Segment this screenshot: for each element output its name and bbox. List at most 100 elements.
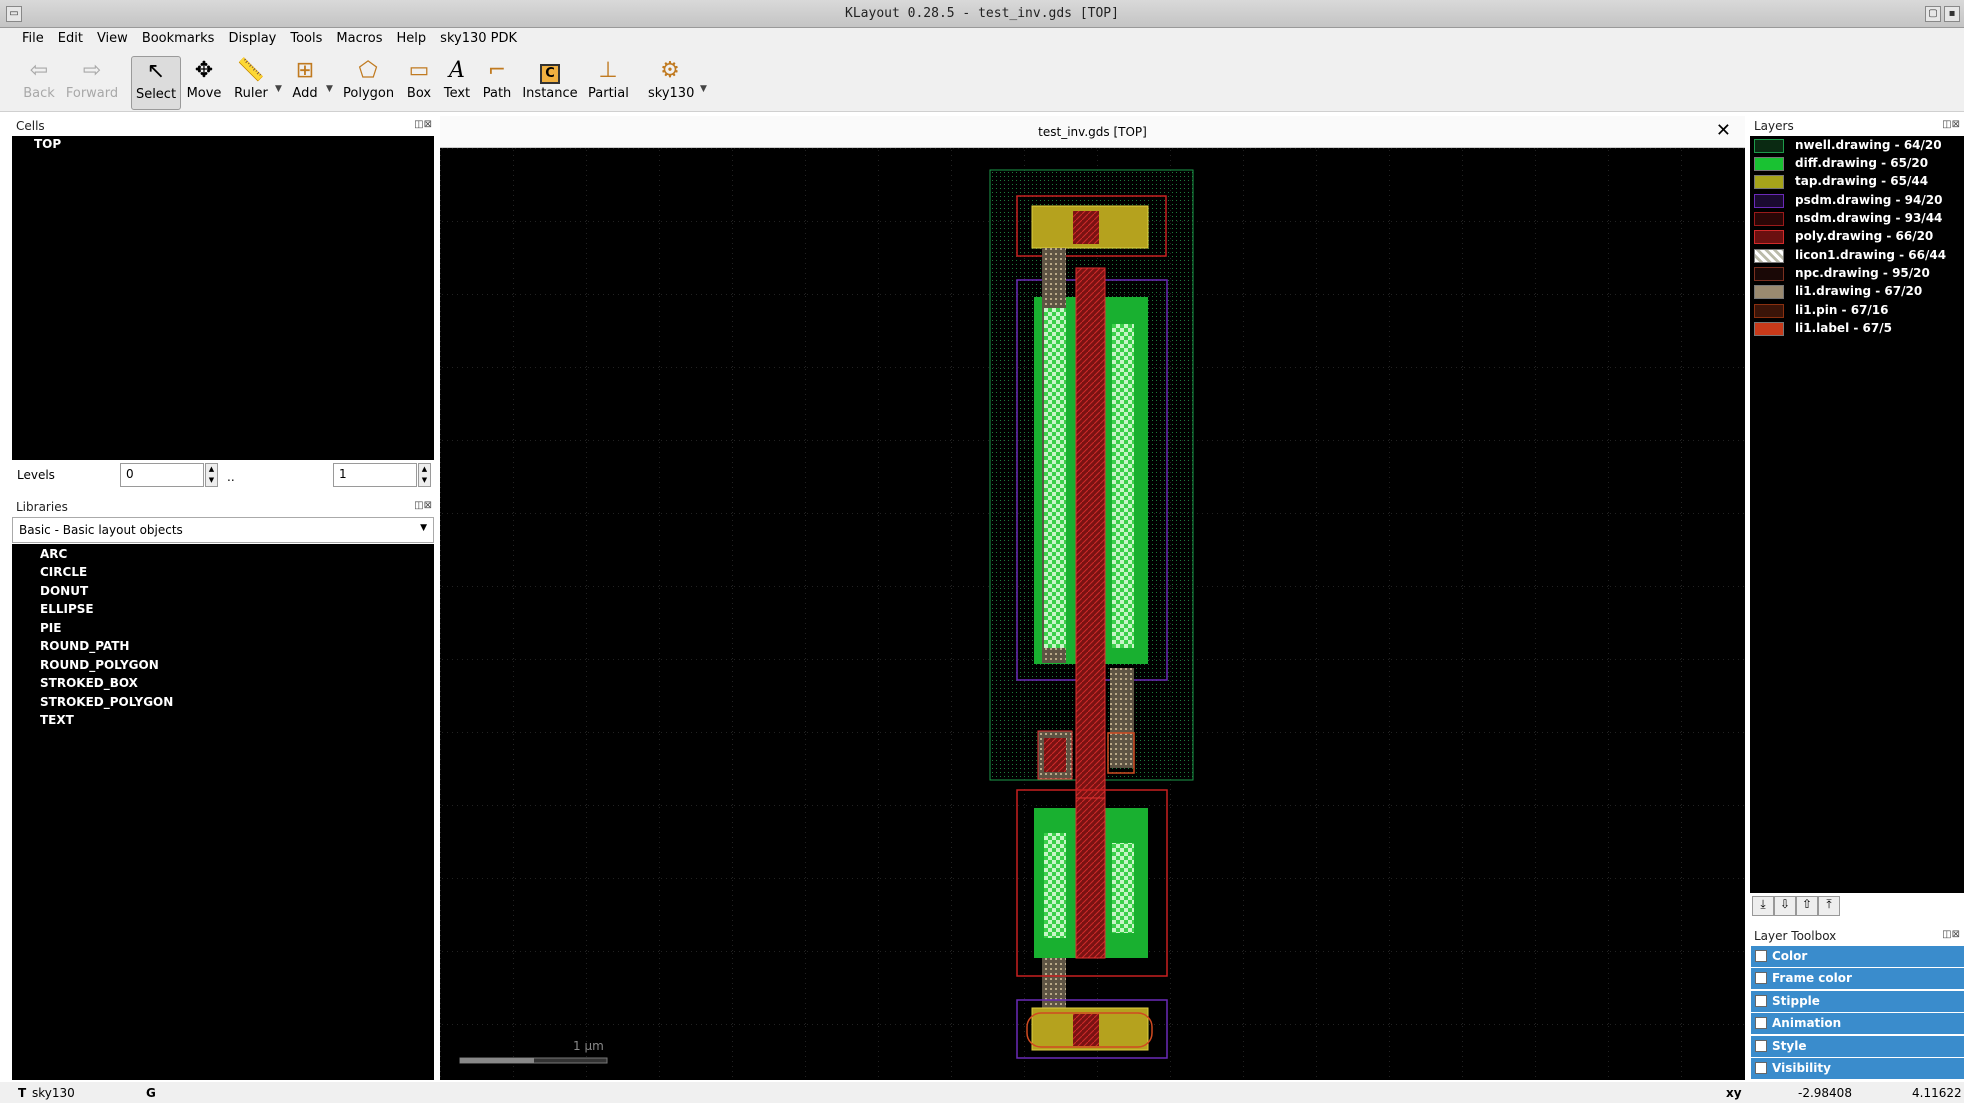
expand-checkbox[interactable] [1755, 1062, 1767, 1074]
status-bar: T sky130 G xy -2.98408 4.11622 [0, 1082, 1964, 1103]
levels-label: Levels [17, 468, 55, 482]
forward-button[interactable]: ⇨ Forward [64, 56, 120, 110]
text-button[interactable]: A Text [442, 56, 472, 110]
menu-view[interactable]: View [90, 28, 135, 46]
add-button[interactable]: ⊞ Add [288, 56, 322, 110]
box-icon: ▭ [408, 58, 430, 83]
list-item[interactable]: ROUND_PATH [40, 639, 129, 653]
layer-swatch [1754, 175, 1784, 189]
layers-panel-header: Layers ◫⊠ [1754, 119, 1960, 133]
expand-checkbox[interactable] [1755, 950, 1767, 962]
view-tab[interactable]: test_inv.gds [TOP] ✕ [440, 116, 1745, 148]
toolbox-color[interactable]: Color [1751, 946, 1964, 967]
library-select[interactable]: Basic - Basic layout objects ▼ [12, 517, 434, 543]
menu-sky130-pdk[interactable]: sky130 PDK [433, 28, 524, 46]
list-item[interactable]: DONUT [40, 584, 88, 598]
close-window-icon[interactable]: ▪ [1944, 6, 1960, 22]
panel-float-close-icons[interactable]: ◫⊠ [414, 500, 432, 511]
layer-toolbox-header: Layer Toolbox ◫⊠ [1754, 929, 1960, 943]
list-item[interactable]: ELLIPSE [40, 602, 94, 616]
menu-display[interactable]: Display [221, 28, 283, 46]
coord-y: 4.11622 [1912, 1086, 1962, 1100]
title-bar: ▭ KLayout 0.28.5 - test_inv.gds [TOP] ▢ … [0, 0, 1964, 28]
technology-name: sky130 [32, 1086, 75, 1100]
expand-checkbox[interactable] [1755, 1040, 1767, 1052]
ruler-icon: 📏 [237, 58, 265, 83]
partial-edit-icon: ⊥ [598, 58, 618, 83]
cells-panel-header: Cells ◫⊠ [16, 119, 432, 133]
expand-checkbox[interactable] [1755, 995, 1767, 1007]
expand-checkbox[interactable] [1755, 972, 1767, 984]
list-item[interactable]: CIRCLE [40, 565, 87, 579]
arrow-right-icon: ⇨ [82, 58, 102, 83]
list-item[interactable]: ARC [40, 547, 67, 561]
text-tool-icon: A [449, 58, 465, 83]
path-icon: ⌐ [487, 58, 507, 83]
menu-help[interactable]: Help [390, 28, 434, 46]
scale-bar-label: 1 μm [573, 1039, 604, 1053]
cell-item-top[interactable]: TOP [34, 137, 61, 151]
toolbox-stipple[interactable]: Stipple [1751, 991, 1964, 1012]
move-layer-down-icon[interactable]: ⇩ [1774, 896, 1796, 916]
move-layer-top-icon[interactable]: ⤒ [1818, 896, 1840, 916]
toolbar: ⇦ Back ⇨ Forward ↖ Select ✥ Move 📏 Ruler ▼ ⊞ A… [0, 52, 1964, 112]
levels-separator: .. [227, 470, 235, 484]
layer-swatch [1754, 249, 1784, 263]
move-layer-up-icon[interactable]: ⇧ [1796, 896, 1818, 916]
layer-swatch [1754, 267, 1784, 281]
instance-button[interactable]: C Instance [522, 56, 578, 110]
menu-bar: File Edit View Bookmarks Display Tools Macros H… [0, 28, 1964, 52]
move-layer-bottom-icon[interactable]: ⤓ [1752, 896, 1774, 916]
path-button[interactable]: ⌐ Path [481, 56, 513, 110]
move-button[interactable]: ✥ Move [186, 56, 222, 110]
layer-swatch [1754, 212, 1784, 226]
coord-label: xy [1726, 1086, 1742, 1100]
panel-float-close-icons[interactable]: ◫⊠ [1942, 119, 1960, 130]
layout-drawing: 1 μm [440, 148, 1745, 1080]
polygon-button[interactable]: ⬠ Polygon [343, 56, 394, 110]
chevron-down-icon: ▼ [420, 523, 427, 533]
ruler-dropdown-icon[interactable]: ▼ [275, 84, 282, 94]
menu-tools[interactable]: Tools [283, 28, 329, 46]
technology-prefix: T [18, 1086, 27, 1100]
list-item[interactable]: ROUND_POLYGON [40, 658, 159, 672]
toolbox-style[interactable]: Style [1751, 1036, 1964, 1057]
partial-button[interactable]: ⊥ Partial [588, 56, 629, 110]
ruler-button[interactable]: 📏 Ruler [230, 56, 272, 110]
levels-from-stepper[interactable]: ▲ ▼ [205, 463, 218, 487]
panel-float-close-icons[interactable]: ◫⊠ [414, 119, 432, 130]
list-item[interactable]: PIE [40, 621, 61, 635]
toolbox-animation[interactable]: Animation [1751, 1013, 1964, 1034]
layer-swatch [1754, 304, 1784, 318]
cell-tree[interactable]: TOP [12, 136, 434, 460]
sky130-button[interactable]: ⚙ sky130 [648, 56, 694, 110]
panel-float-close-icons[interactable]: ◫⊠ [1942, 929, 1960, 940]
toolbox-visibility[interactable]: Visibility [1751, 1058, 1964, 1079]
grid-mode: G [146, 1086, 156, 1100]
close-icon[interactable]: ✕ [1716, 120, 1731, 141]
move-cross-icon: ✥ [194, 58, 214, 83]
layout-canvas[interactable]: 1 μm [440, 148, 1745, 1080]
layer-swatch [1754, 285, 1784, 299]
sky130-dropdown-icon[interactable]: ▼ [700, 84, 707, 94]
list-item[interactable]: STROKED_POLYGON [40, 695, 173, 709]
menu-macros[interactable]: Macros [329, 28, 389, 46]
library-list[interactable]: ARC CIRCLE DONUT ELLIPSE PIE ROUND_PATH … [12, 544, 434, 1080]
menu-bookmarks[interactable]: Bookmarks [135, 28, 222, 46]
levels-from-input[interactable]: 0 [120, 463, 204, 487]
list-item[interactable]: STROKED_BOX [40, 676, 138, 690]
list-item[interactable]: TEXT [40, 713, 74, 727]
menu-edit[interactable]: Edit [51, 28, 90, 46]
box-button[interactable]: ▭ Box [404, 56, 434, 110]
maximize-icon[interactable]: ▢ [1925, 6, 1941, 22]
back-button[interactable]: ⇦ Back [18, 56, 60, 110]
layer-swatch [1754, 194, 1784, 208]
coord-x: -2.98408 [1798, 1086, 1852, 1100]
expand-checkbox[interactable] [1755, 1017, 1767, 1029]
toolbox-frame-color[interactable]: Frame color [1751, 968, 1964, 989]
levels-to-input[interactable]: 1 [333, 463, 417, 487]
select-button[interactable]: ↖ Select [131, 56, 181, 110]
levels-to-stepper[interactable]: ▲ ▼ [418, 463, 431, 487]
add-dropdown-icon[interactable]: ▼ [326, 84, 333, 94]
menu-file[interactable]: File [15, 28, 51, 46]
